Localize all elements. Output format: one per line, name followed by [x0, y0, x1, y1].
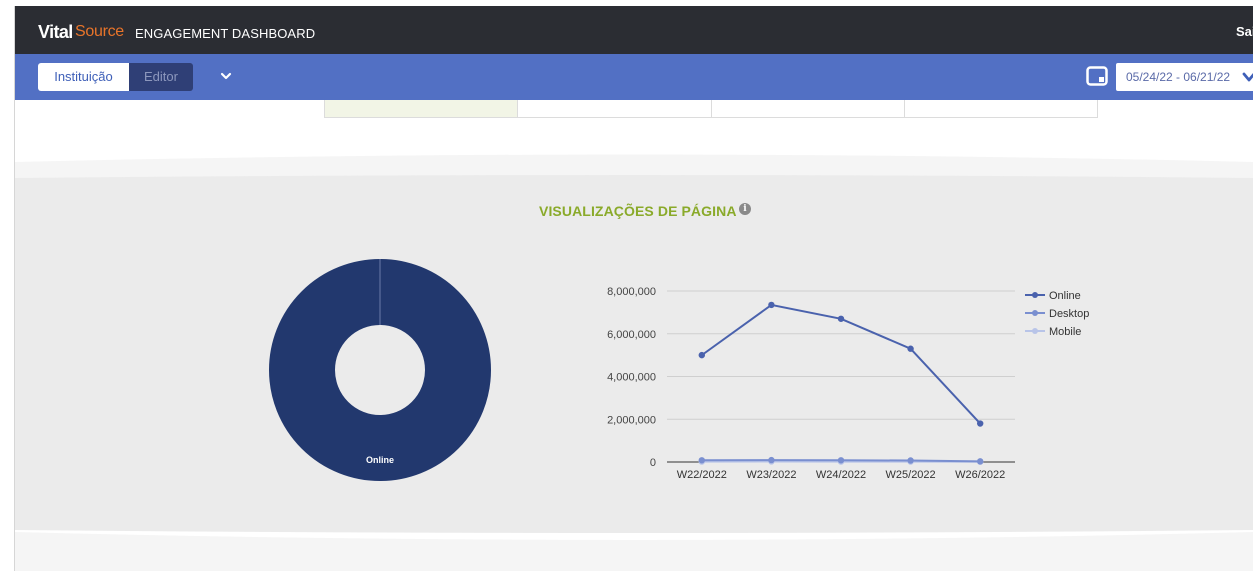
data-point-desktop — [907, 457, 914, 464]
app-title: ENGAGEMENT DASHBOARD — [135, 26, 316, 41]
table-cell — [518, 100, 712, 118]
legend-label: Online — [1049, 290, 1081, 302]
x-tick-label: W24/2022 — [816, 469, 866, 481]
x-tick-label: W23/2022 — [746, 469, 796, 481]
legend-marker — [1032, 328, 1038, 334]
data-point-online — [768, 301, 775, 309]
tab-instituicao[interactable]: Instituição — [38, 63, 129, 91]
legend-item-online: Online — [1025, 290, 1081, 302]
date-range-select[interactable]: 05/24/22 - 06/21/22 — [1116, 63, 1253, 91]
x-tick-label: W26/2022 — [955, 469, 1005, 481]
chevron-down-icon — [1242, 72, 1253, 82]
navigation-bar: Instituição Editor 05/24/22 - 06/21/22 — [15, 54, 1253, 100]
y-tick-label: 0 — [650, 457, 656, 469]
series-line-online — [701, 303, 981, 425]
data-point-online — [698, 351, 705, 359]
data-point-online — [837, 315, 845, 322]
y-tick-label: 6,000,000 — [607, 329, 656, 341]
legend-item-mobile: Mobile — [1025, 326, 1081, 338]
data-point-online — [977, 420, 984, 427]
data-point-desktop — [698, 457, 705, 464]
table-cell — [905, 100, 1098, 118]
section-title: VISUALIZAÇÕES DE PÁGINA — [539, 203, 737, 219]
chevron-down-icon[interactable] — [219, 69, 233, 83]
top-bar: Vital Source ENGAGEMENT DASHBOARD Sai — [15, 6, 1253, 54]
date-range-value: 05/24/22 - 06/21/22 — [1126, 70, 1231, 84]
brand-logo-source[interactable]: Source — [75, 23, 124, 41]
donut-chart[interactable]: Online — [269, 259, 491, 481]
legend-marker — [1032, 310, 1038, 316]
previous-table-partial — [324, 100, 1098, 118]
y-tick-label: 2,000,000 — [607, 414, 656, 426]
dashboard-window: Vital Source ENGAGEMENT DASHBOARD Sai In… — [14, 6, 1253, 571]
tab-editor[interactable]: Editor — [129, 63, 193, 91]
data-point-desktop — [768, 456, 775, 464]
legend-item-desktop: Desktop — [1025, 308, 1089, 320]
legend-label: Mobile — [1049, 326, 1081, 338]
data-point-online — [907, 345, 914, 352]
legend-label: Desktop — [1049, 308, 1089, 320]
data-point-desktop — [977, 458, 984, 465]
donut-slice-label: Online — [366, 455, 394, 465]
line-chart[interactable]: 0 2,000,000 4,000,000 6,000,000 8,000,000 W22… — [575, 276, 1095, 491]
table-cell — [712, 100, 905, 118]
info-icon[interactable]: i — [739, 203, 751, 215]
x-tick-label: W25/2022 — [886, 469, 936, 481]
y-tick-label: 8,000,000 — [607, 286, 656, 298]
y-tick-label: 4,000,000 — [607, 372, 656, 384]
logout-link[interactable]: Sai — [1236, 24, 1253, 39]
calendar-icon[interactable] — [1086, 66, 1108, 86]
brand-logo-vital[interactable]: Vital — [38, 22, 73, 43]
legend-marker — [1032, 292, 1038, 298]
x-tick-label: W22/2022 — [677, 469, 727, 481]
data-point-desktop — [837, 457, 845, 464]
table-cell — [324, 100, 518, 118]
